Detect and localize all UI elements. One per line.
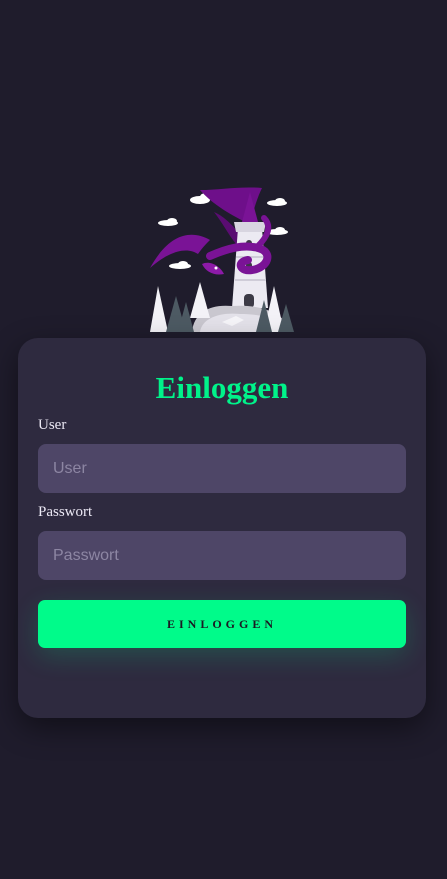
login-title: Einloggen	[155, 370, 289, 405]
user-label: User	[38, 417, 67, 433]
password-label: Passwort	[38, 504, 93, 520]
login-button[interactable]: EINLOGGEN	[38, 600, 406, 648]
dragon-tower-illustration	[150, 187, 294, 332]
login-card: Einloggen User Passwort EINLOGGEN	[18, 338, 426, 718]
user-input[interactable]	[38, 444, 406, 493]
password-input[interactable]	[38, 531, 406, 580]
